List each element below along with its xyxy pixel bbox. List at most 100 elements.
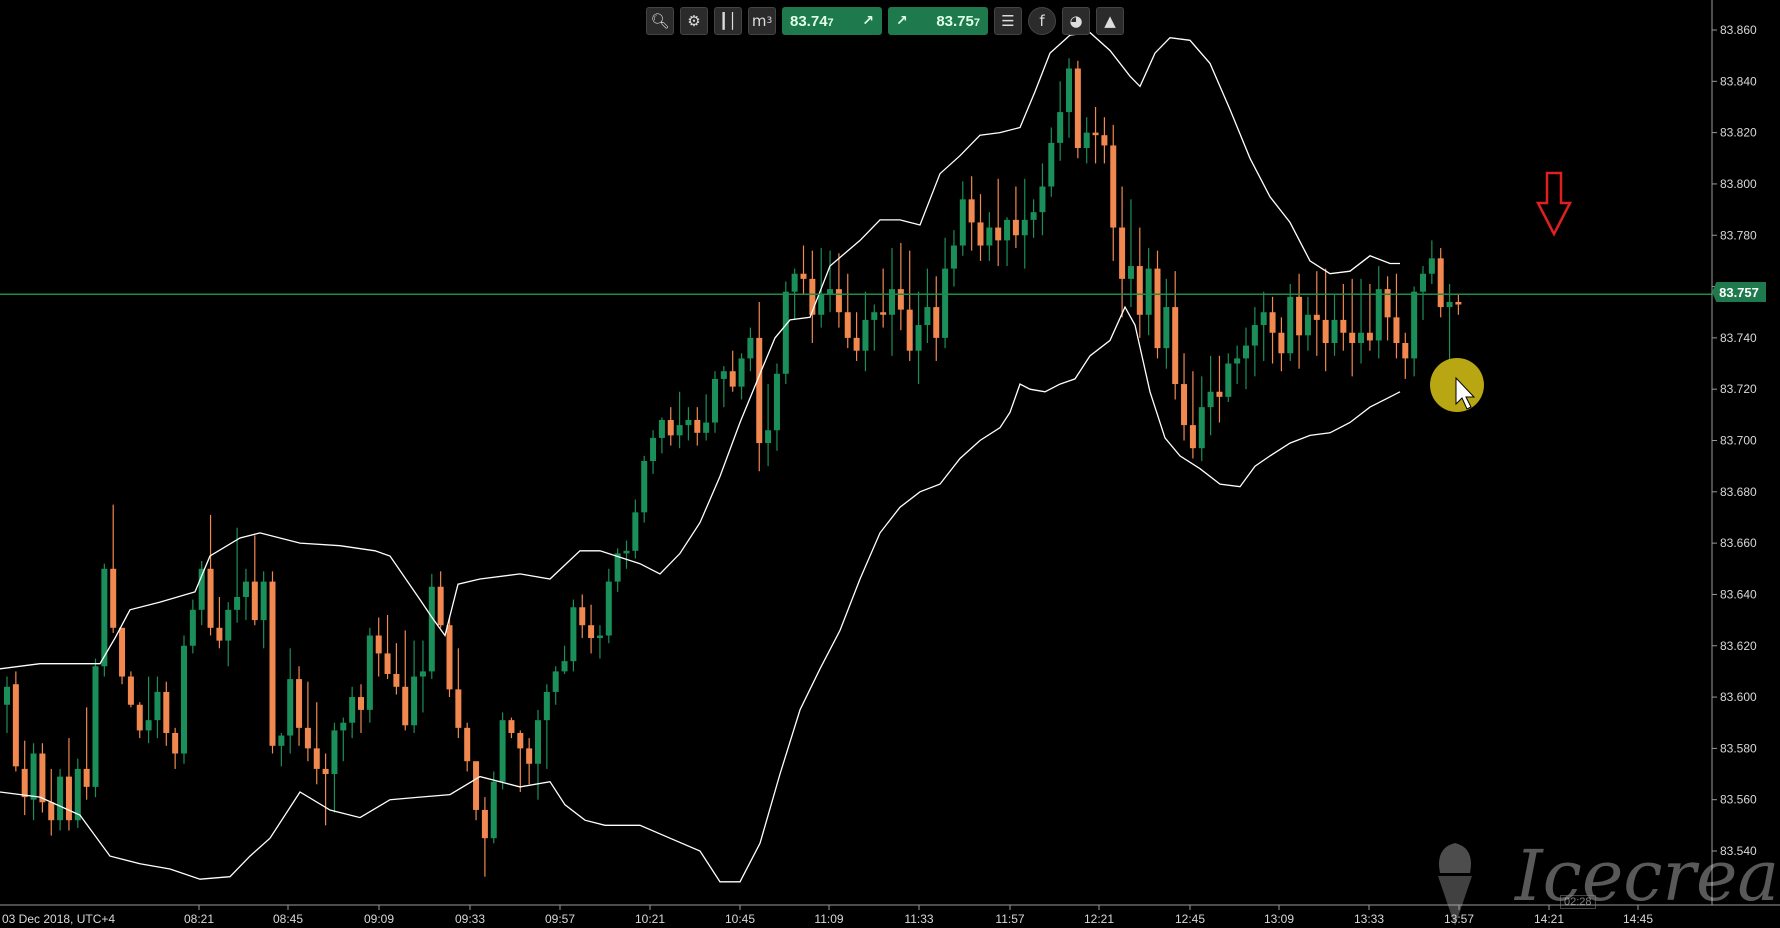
candle-body[interactable]: [853, 337, 860, 351]
candle-body[interactable]: [667, 419, 674, 436]
candle-body[interactable]: [791, 273, 798, 292]
candle-body[interactable]: [242, 581, 249, 598]
candle-body[interactable]: [48, 802, 55, 821]
candle-body[interactable]: [871, 312, 878, 320]
candle-body[interactable]: [1198, 407, 1205, 449]
candle-body[interactable]: [322, 768, 329, 775]
candle-body[interactable]: [127, 676, 134, 705]
candlestick-chart[interactable]: 83.86083.84083.82083.80083.78083.76083.7…: [0, 0, 1780, 928]
list-check-icon[interactable]: ☰: [994, 7, 1022, 35]
candle-body[interactable]: [950, 245, 957, 269]
candle-body[interactable]: [1402, 343, 1409, 359]
candle-body[interactable]: [942, 268, 949, 338]
settings-icon[interactable]: ⚙: [680, 7, 708, 35]
candle-body[interactable]: [596, 635, 603, 639]
candle-body[interactable]: [800, 273, 807, 279]
candle-body[interactable]: [1358, 332, 1365, 344]
candle-body[interactable]: [1021, 219, 1028, 236]
candle-body[interactable]: [897, 289, 904, 310]
candle-body[interactable]: [1101, 135, 1108, 146]
candle-body[interactable]: [773, 373, 780, 431]
candle-body[interactable]: [1366, 332, 1373, 341]
candle-body[interactable]: [189, 609, 196, 646]
candle-body[interactable]: [1225, 363, 1232, 397]
candle-body[interactable]: [216, 627, 223, 641]
candle-body[interactable]: [543, 691, 550, 721]
candle-body[interactable]: [499, 720, 506, 782]
candle-body[interactable]: [959, 199, 966, 246]
facebook-icon[interactable]: f: [1028, 7, 1056, 35]
candle-body[interactable]: [1066, 68, 1072, 113]
candle-body[interactable]: [712, 378, 718, 423]
candle-body[interactable]: [269, 581, 276, 746]
candle-body[interactable]: [1127, 266, 1134, 279]
candle-body[interactable]: [526, 748, 533, 764]
candle-body[interactable]: [1260, 312, 1267, 326]
candle-body[interactable]: [641, 461, 648, 513]
candle-body[interactable]: [968, 199, 975, 223]
candle-body[interactable]: [1189, 425, 1196, 449]
candle-body[interactable]: [181, 645, 187, 754]
candle-body[interactable]: [304, 727, 311, 749]
candle-body[interactable]: [1375, 289, 1382, 341]
candle-body[interactable]: [1234, 358, 1241, 364]
candle-body[interactable]: [1154, 268, 1161, 349]
candle-body[interactable]: [473, 761, 480, 810]
candle-body[interactable]: [136, 704, 143, 731]
candle-body[interactable]: [1393, 317, 1400, 344]
candle-body[interactable]: [915, 325, 922, 351]
candle-body[interactable]: [172, 732, 179, 754]
candle-body[interactable]: [145, 720, 152, 731]
candle-body[interactable]: [703, 422, 710, 433]
candle-body[interactable]: [1145, 268, 1152, 315]
candle-body[interactable]: [375, 635, 382, 654]
candle-body[interactable]: [393, 673, 400, 687]
candle-body[interactable]: [756, 337, 763, 444]
candle-body[interactable]: [1304, 314, 1311, 336]
candle-body[interactable]: [517, 732, 524, 749]
candle-body[interactable]: [1039, 186, 1046, 213]
candle-body[interactable]: [411, 676, 418, 726]
candle-body[interactable]: [384, 653, 391, 674]
candle-body[interactable]: [588, 625, 595, 639]
candle-body[interactable]: [570, 607, 577, 662]
candle-body[interactable]: [83, 768, 90, 787]
candle-body[interactable]: [1296, 296, 1303, 336]
candle-body[interactable]: [490, 781, 497, 839]
candle-body[interactable]: [402, 686, 409, 726]
candle-body[interactable]: [1411, 291, 1418, 359]
candle-body[interactable]: [12, 684, 19, 767]
candle-body[interactable]: [658, 419, 665, 438]
candle-body[interactable]: [1057, 112, 1064, 143]
candle-body[interactable]: [366, 635, 373, 710]
candle-body[interactable]: [650, 437, 657, 462]
candle-body[interactable]: [818, 294, 825, 315]
candle-body[interactable]: [260, 581, 267, 621]
candle-body[interactable]: [1136, 266, 1143, 315]
candle-body[interactable]: [65, 776, 72, 821]
candle-body[interactable]: [1110, 145, 1117, 228]
candle-body[interactable]: [986, 227, 993, 246]
candle-body[interactable]: [676, 425, 683, 436]
candle-body[interactable]: [358, 697, 364, 710]
candle-body[interactable]: [110, 568, 117, 628]
candle-body[interactable]: [1287, 296, 1294, 354]
candle-body[interactable]: [163, 691, 170, 733]
candle-body[interactable]: [1181, 384, 1188, 426]
candle-body[interactable]: [933, 307, 940, 338]
buy-price-button[interactable]: ↗ 83.757: [888, 7, 988, 35]
candle-body[interactable]: [765, 430, 772, 444]
candle-body[interactable]: [552, 671, 559, 692]
candle-body[interactable]: [844, 312, 851, 338]
candle-body[interactable]: [1004, 219, 1011, 241]
triangle-icon[interactable]: ▲: [1096, 7, 1124, 35]
candle-body[interactable]: [57, 776, 64, 821]
candle-body[interactable]: [720, 371, 727, 379]
candle-body[interactable]: [1322, 319, 1329, 344]
candle-body[interactable]: [419, 671, 426, 677]
candle-body[interactable]: [251, 581, 258, 621]
candle-body[interactable]: [21, 768, 28, 798]
candle-body[interactable]: [977, 222, 984, 246]
candle-body[interactable]: [1216, 391, 1223, 397]
candle-body[interactable]: [579, 607, 586, 626]
